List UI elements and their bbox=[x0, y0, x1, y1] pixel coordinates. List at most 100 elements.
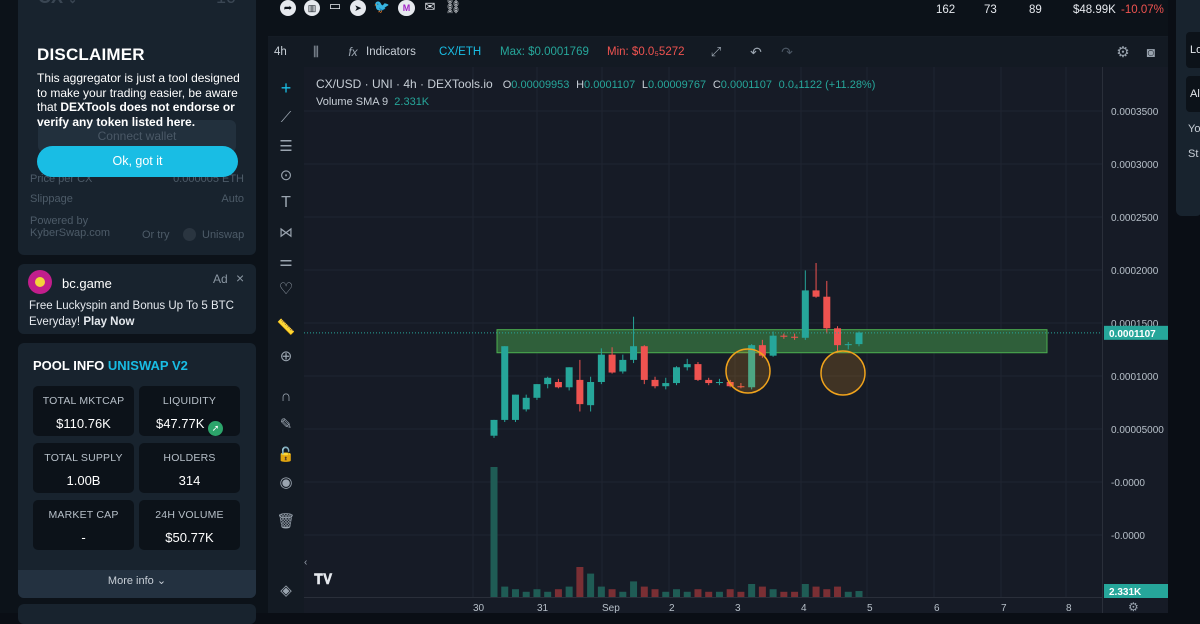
eye-icon[interactable]: ◉ bbox=[277, 473, 295, 491]
slippage-value[interactable]: Auto bbox=[221, 193, 244, 205]
interval-select[interactable]: 4h bbox=[274, 46, 287, 58]
time-tick-label: 7 bbox=[1001, 603, 1007, 614]
right-label-1: Yo bbox=[1188, 123, 1200, 135]
right-input-1[interactable]: Lo bbox=[1186, 32, 1200, 68]
volume-bar bbox=[587, 573, 595, 597]
settings-gear-icon[interactable]: ⚙ bbox=[1114, 43, 1132, 61]
twitter-icon[interactable]: 🐦 bbox=[374, 0, 390, 15]
fib-retracement-icon[interactable]: ☰ bbox=[277, 137, 295, 155]
price-chart[interactable]: CX/USD · UNI · 4h · DEXTools.io O0.00009… bbox=[304, 67, 1102, 597]
volume-label: Volume SMA 9 bbox=[316, 96, 389, 108]
indicators-button[interactable]: Indicators bbox=[366, 46, 416, 58]
zoom-in-icon[interactable]: ⊕ bbox=[277, 347, 295, 365]
candle-body bbox=[511, 394, 519, 420]
prediction-icon[interactable]: ⚌ bbox=[277, 252, 295, 270]
legend-high: 0.0001107 bbox=[584, 79, 636, 91]
chart-stats-icon[interactable]: ▥ bbox=[304, 0, 320, 16]
trash-icon[interactable]: 🗑 bbox=[276, 512, 295, 530]
next-card bbox=[18, 604, 256, 624]
pool-title: POOL INFO UNISWAP V2 bbox=[33, 358, 188, 373]
candle-type-icon[interactable]: ⫼ bbox=[308, 44, 324, 60]
crosshair-icon[interactable]: + bbox=[277, 78, 295, 98]
lock-drawings-icon[interactable]: ✎ bbox=[277, 415, 295, 433]
volume-bar bbox=[501, 586, 509, 597]
stat-liquidity: LIQUIDITY $47.77K ➚ bbox=[139, 386, 240, 436]
candle-body bbox=[587, 382, 595, 406]
magnet-icon[interactable]: ∩ bbox=[277, 387, 295, 405]
ad-text: Free Luckyspin and Bonus Up To 5 BTC Eve… bbox=[29, 298, 249, 330]
legend-c-label: C bbox=[712, 79, 721, 91]
layers-icon[interactable]: ◈ bbox=[277, 581, 295, 599]
candle-body bbox=[823, 296, 831, 329]
volume-bar bbox=[554, 589, 562, 597]
candle-body bbox=[501, 346, 509, 420]
website-icon[interactable]: ▭ bbox=[327, 0, 343, 14]
volume-bar bbox=[565, 586, 573, 597]
text-tool-icon[interactable]: T bbox=[277, 194, 295, 212]
collapse-arrow-icon[interactable]: ‹ bbox=[304, 557, 307, 568]
axis-settings-icon[interactable]: ⚙ bbox=[1128, 600, 1139, 614]
candle-body bbox=[533, 384, 541, 398]
stat-24h-volume: 24H VOLUME $50.77K bbox=[139, 500, 240, 550]
ad-cta-link[interactable]: Play Now bbox=[83, 316, 134, 328]
powered-by: Powered by KyberSwap.com bbox=[30, 215, 110, 239]
uniswap-link[interactable]: Uniswap bbox=[202, 229, 244, 241]
share-icon[interactable]: ➦ bbox=[280, 0, 296, 16]
volume-bar bbox=[694, 589, 702, 597]
candle-body bbox=[705, 379, 713, 384]
candle-body bbox=[619, 359, 627, 372]
ok-got-it-button[interactable]: Ok, got it bbox=[37, 146, 238, 177]
volume-bar bbox=[834, 586, 842, 597]
volume-bar bbox=[673, 589, 680, 597]
fullscreen-icon[interactable]: ⤢ bbox=[708, 44, 724, 60]
amount-input[interactable]: 10 bbox=[216, 0, 236, 8]
token-select[interactable]: CX ⌄ bbox=[38, 0, 77, 8]
pool-dex-name: UNISWAP V2 bbox=[107, 358, 188, 373]
indicators-icon[interactable]: fx bbox=[345, 44, 361, 60]
trendline-icon[interactable]: ⟋ bbox=[277, 108, 295, 126]
telegram-icon[interactable]: ➤ bbox=[350, 0, 366, 16]
tradingview-logo-icon[interactable]: 𝐓𝐕 bbox=[314, 571, 332, 588]
ruler-icon[interactable]: 📏 bbox=[277, 318, 296, 336]
candle-body bbox=[791, 336, 799, 338]
link-icon[interactable]: ⛓ bbox=[445, 0, 462, 15]
brush-icon[interactable]: ⊙ bbox=[277, 166, 295, 184]
favorite-heart-icon[interactable]: ♡ bbox=[277, 280, 295, 298]
stat-total-mktcap: TOTAL MKTCAP $110.76K bbox=[33, 386, 134, 436]
candle-body bbox=[608, 354, 616, 373]
liquidity-info-icon[interactable]: ➚ bbox=[208, 421, 224, 436]
topbar-stat-2: 73 bbox=[984, 4, 997, 16]
chart-toolbar: 4h ⫼ fx Indicators CX/ETH Max: $0.000176… bbox=[268, 37, 1168, 67]
close-icon[interactable]: × bbox=[236, 270, 244, 286]
pair-toggle[interactable]: CX/ETH bbox=[439, 46, 481, 58]
redo-icon[interactable]: ↷ bbox=[779, 44, 795, 60]
legend-change: 0.0₄1122 (+11.28%) bbox=[778, 79, 876, 91]
stat-market-cap: MARKET CAP - bbox=[33, 500, 134, 550]
candle-body bbox=[715, 382, 723, 384]
max-price: Max: $0.0001769 bbox=[500, 46, 589, 58]
price-tick-label: 0.00005000 bbox=[1111, 425, 1164, 436]
volume-bar bbox=[511, 589, 519, 597]
pattern-icon[interactable]: ⋈ bbox=[277, 223, 295, 241]
candle-body bbox=[662, 383, 670, 387]
volume-bar bbox=[576, 567, 584, 597]
candle-body bbox=[522, 397, 530, 410]
candle-body bbox=[694, 364, 702, 380]
email-icon[interactable]: ✉ bbox=[422, 0, 438, 15]
volume-bar bbox=[490, 467, 498, 597]
chart-canvas[interactable] bbox=[304, 67, 1102, 597]
more-info-button[interactable]: More info ⌄ bbox=[18, 570, 256, 598]
powered-label: Powered by bbox=[30, 215, 89, 227]
unlock-icon[interactable]: 🔓 bbox=[277, 445, 295, 463]
camera-icon[interactable]: ◙ bbox=[1142, 43, 1160, 61]
candle-body bbox=[554, 382, 562, 388]
chevron-down-icon: ⌄ bbox=[68, 0, 78, 6]
left-panel: CX ⌄ 10 Connect wallet Price per CX 0.00… bbox=[0, 0, 268, 624]
right-input-2[interactable]: Al bbox=[1186, 76, 1200, 112]
ad-card[interactable]: bc.game Ad × Free Luckyspin and Bonus Up… bbox=[18, 264, 256, 334]
candle-body bbox=[576, 379, 584, 405]
undo-icon[interactable]: ↶ bbox=[748, 44, 764, 60]
stat-value: - bbox=[81, 530, 86, 545]
pool-info-card: POOL INFO UNISWAP V2 TOTAL MKTCAP $110.76… bbox=[18, 343, 256, 598]
coinmarket-icon[interactable]: M bbox=[398, 0, 415, 16]
